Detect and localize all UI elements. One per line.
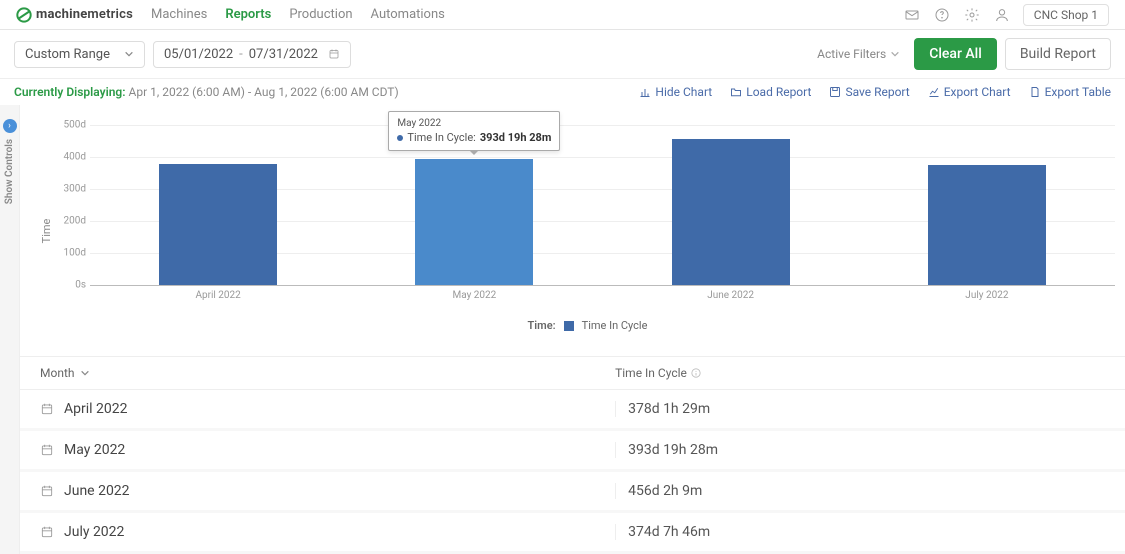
brand-logo[interactable]: machinemetrics (16, 7, 133, 23)
row-month: April 2022 (64, 401, 128, 417)
chevron-down-icon (124, 49, 134, 59)
nav-production[interactable]: Production (289, 7, 352, 22)
active-filters-label: Active Filters (817, 47, 886, 61)
col-header-time[interactable]: Time In Cycle (615, 366, 1105, 380)
table-row[interactable]: April 2022 378d 1h 29m (20, 390, 1125, 431)
calendar-icon (40, 402, 54, 416)
brand-name: machinemetrics (36, 7, 133, 22)
y-tick: 300d (58, 184, 86, 195)
gear-icon[interactable] (963, 6, 981, 24)
table-header: Month Time In Cycle (20, 356, 1125, 390)
legend-swatch (564, 321, 574, 331)
clear-all-button[interactable]: Clear All (914, 38, 997, 70)
y-tick: 100d (58, 248, 86, 259)
calendar-icon (328, 48, 340, 60)
row-time: 378d 1h 29m (615, 401, 1105, 417)
chevron-down-icon (890, 49, 900, 59)
export-chart-action[interactable]: Export Chart (928, 85, 1011, 99)
range-dropdown-label: Custom Range (25, 47, 110, 62)
y-tick: 500d (58, 120, 86, 131)
display-label: Currently Displaying: (14, 85, 126, 99)
export-table-action[interactable]: Export Table (1029, 85, 1111, 99)
chart-line-icon (928, 86, 940, 98)
table-row[interactable]: May 2022 393d 19h 28m (20, 431, 1125, 472)
x-tick: June 2022 (707, 290, 754, 301)
row-time: 374d 7h 46m (615, 524, 1105, 540)
date-from: 05/01/2022 (164, 47, 233, 62)
folder-open-icon (730, 86, 742, 98)
row-month: July 2022 (64, 524, 124, 540)
active-filters-toggle[interactable]: Active Filters (817, 47, 900, 61)
help-icon[interactable] (933, 6, 951, 24)
load-report-action[interactable]: Load Report (730, 85, 811, 99)
side-controls-tab[interactable]: › Show Controls (0, 105, 20, 554)
nav-automations[interactable]: Automations (371, 7, 445, 22)
bar[interactable] (415, 159, 533, 285)
col-header-month[interactable]: Month (40, 366, 615, 380)
controls-toggle-icon[interactable]: › (3, 119, 17, 133)
chart-legend: Time: Time In Cycle (60, 319, 1115, 332)
display-value: Apr 1, 2022 (6:00 AM) - Aug 1, 2022 (6:0… (129, 85, 399, 99)
date-range-picker[interactable]: 05/01/2022 - 07/31/2022 (153, 41, 351, 68)
currently-displaying: Currently Displaying: Apr 1, 2022 (6:00 … (14, 85, 399, 99)
row-month: June 2022 (64, 483, 130, 499)
y-tick: 0s (58, 280, 86, 291)
calendar-icon (40, 443, 54, 457)
range-dropdown[interactable]: Custom Range (14, 41, 145, 68)
calendar-icon (40, 525, 54, 539)
calendar-icon (40, 484, 54, 498)
info-icon (691, 368, 701, 378)
x-tick: July 2022 (965, 290, 1008, 301)
show-controls-label: Show Controls (4, 139, 15, 204)
row-time: 393d 19h 28m (615, 442, 1105, 458)
bar[interactable] (672, 139, 790, 285)
chart-bar-icon (639, 86, 651, 98)
save-report-action[interactable]: Save Report (829, 85, 909, 99)
row-month: May 2022 (64, 442, 125, 458)
x-tick: May 2022 (452, 290, 496, 301)
date-to: 07/31/2022 (249, 47, 318, 62)
mail-icon[interactable] (903, 6, 921, 24)
user-icon[interactable] (993, 6, 1011, 24)
nav-reports[interactable]: Reports (225, 7, 271, 22)
logo-mark-icon (16, 7, 32, 23)
build-report-button[interactable]: Build Report (1005, 38, 1111, 70)
bar[interactable] (928, 165, 1046, 285)
y-axis-label: Time (40, 218, 53, 243)
bar[interactable] (159, 164, 277, 285)
nav-machines[interactable]: Machines (151, 7, 207, 22)
hide-chart-action[interactable]: Hide Chart (639, 85, 712, 99)
row-time: 456d 2h 9m (615, 483, 1105, 499)
x-tick: April 2022 (195, 290, 240, 301)
save-icon (829, 86, 841, 98)
date-dash: - (239, 47, 243, 62)
shop-selector[interactable]: CNC Shop 1 (1023, 4, 1109, 26)
y-tick: 200d (58, 216, 86, 227)
document-icon (1029, 86, 1041, 98)
table-row[interactable]: June 2022 456d 2h 9m (20, 472, 1125, 513)
bar-chart: 0s100d200d300d400d500d April 2022May 202… (90, 125, 1115, 285)
table-row[interactable]: July 2022 374d 7h 46m (20, 513, 1125, 554)
y-tick: 400d (58, 152, 86, 163)
chevron-down-icon (80, 368, 90, 378)
